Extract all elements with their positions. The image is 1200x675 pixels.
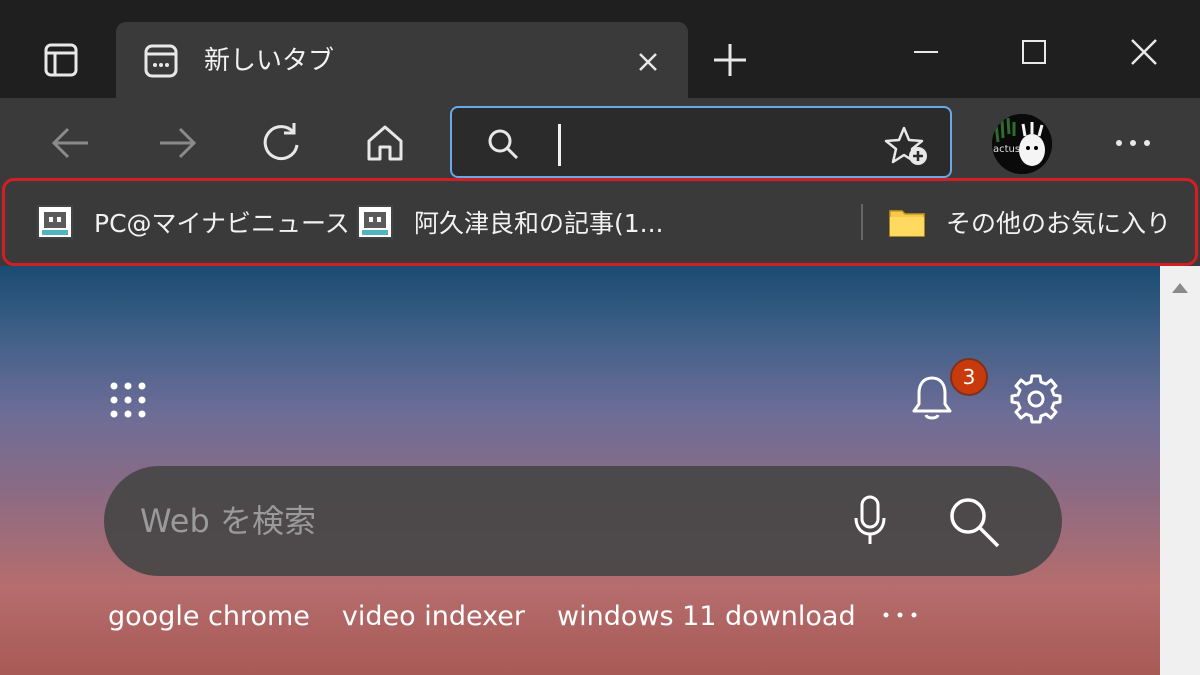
new-tab-plus-icon[interactable] (708, 38, 752, 82)
web-search-input[interactable] (140, 491, 800, 551)
more-menu-icon[interactable] (1110, 126, 1156, 160)
microphone-icon[interactable] (848, 494, 892, 548)
search-suggestions: google chrome video indexer windows 11 d… (108, 598, 888, 634)
address-bar[interactable] (450, 106, 952, 178)
suggestion-item[interactable]: video indexer (342, 601, 525, 632)
tab-actions-icon (44, 43, 78, 77)
tab-title: 新しいタブ (204, 46, 335, 76)
app-launcher-icon[interactable] (106, 378, 150, 422)
settings-gear-icon[interactable] (1010, 372, 1062, 424)
profile-text: actus (993, 144, 1021, 155)
web-search-box[interactable] (104, 466, 1062, 576)
minimize-icon[interactable] (904, 30, 948, 74)
more-suggestions-icon[interactable] (878, 600, 922, 630)
notification-count-badge: 3 (950, 358, 988, 396)
window-close-icon[interactable] (1122, 30, 1166, 74)
scrollbar[interactable] (1160, 266, 1200, 675)
back-arrow-icon[interactable] (46, 118, 96, 168)
refresh-icon[interactable] (256, 118, 306, 168)
search-icon (488, 129, 519, 160)
profile-avatar[interactable]: actus (992, 114, 1052, 174)
address-input-caret (558, 124, 561, 166)
new-tab-page-icon (144, 44, 178, 78)
suggestion-item[interactable]: google chrome (108, 601, 310, 632)
add-favorite-star-icon[interactable] (884, 124, 930, 168)
home-icon[interactable] (360, 118, 410, 168)
tab-new-tab[interactable]: 新しいタブ (116, 22, 688, 98)
scroll-up-arrow-icon[interactable] (1168, 278, 1192, 298)
tab-actions-button[interactable] (34, 40, 88, 80)
close-tab-icon[interactable] (632, 46, 664, 78)
favorites-bar-highlight (2, 178, 1198, 266)
forward-arrow-icon[interactable] (152, 118, 202, 168)
maximize-icon[interactable] (1012, 30, 1056, 74)
suggestion-item[interactable]: windows 11 download (557, 601, 856, 632)
navigation-toolbar: actus (0, 98, 1200, 182)
search-submit-icon[interactable] (946, 494, 1002, 550)
